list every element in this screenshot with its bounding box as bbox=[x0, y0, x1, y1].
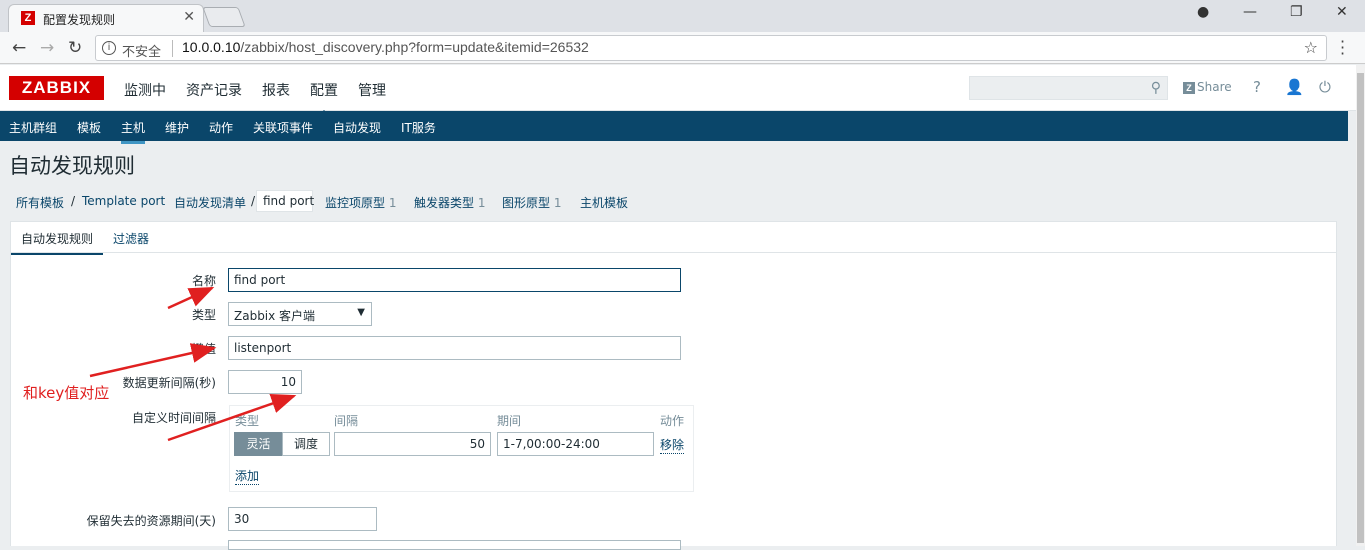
arrow-to-interval bbox=[167, 393, 297, 442]
annotation-arrows bbox=[89, 286, 297, 442]
arrow-to-name bbox=[167, 286, 215, 310]
arrow-to-key bbox=[89, 343, 217, 378]
